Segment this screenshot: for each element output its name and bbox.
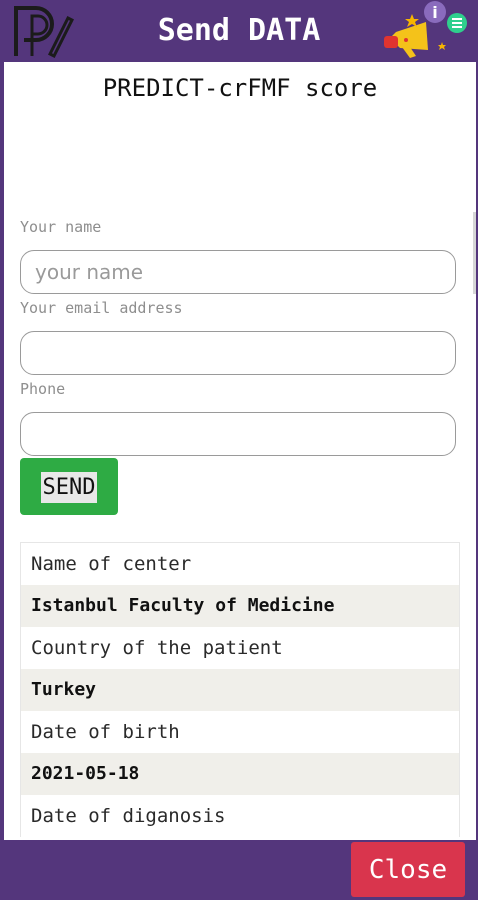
- table-row: Istanbul Faculty of Medicine: [21, 585, 459, 627]
- name-input[interactable]: [20, 250, 456, 294]
- card-title: PREDICT-crFMF score: [102, 74, 378, 102]
- table-row: Date of diganosis: [31, 805, 226, 827]
- send-button[interactable]: SEND: [20, 458, 118, 515]
- table-row: Date of birth: [31, 721, 180, 743]
- email-label: Your email address: [20, 299, 183, 317]
- top-bar: Send DATA i: [0, 0, 478, 62]
- email-input[interactable]: [20, 331, 456, 375]
- svg-text:i: i: [432, 3, 437, 22]
- form-card: PREDICT-crFMF score Your name Your email…: [4, 62, 476, 840]
- table-row: 2021-05-18: [21, 753, 459, 795]
- phone-input[interactable]: [20, 412, 456, 456]
- table-row: Turkey: [21, 669, 459, 711]
- close-button[interactable]: Close: [351, 842, 465, 897]
- phone-label: Phone: [20, 380, 66, 398]
- data-table: Name of center Istanbul Faculty of Medic…: [20, 542, 460, 837]
- table-row: Name of center: [31, 553, 192, 575]
- scrollbar[interactable]: [473, 212, 476, 294]
- table-row: Country of the patient: [31, 637, 283, 659]
- megaphone-icon[interactable]: i: [382, 0, 474, 62]
- send-button-label: SEND: [40, 471, 98, 503]
- name-label: Your name: [20, 218, 102, 236]
